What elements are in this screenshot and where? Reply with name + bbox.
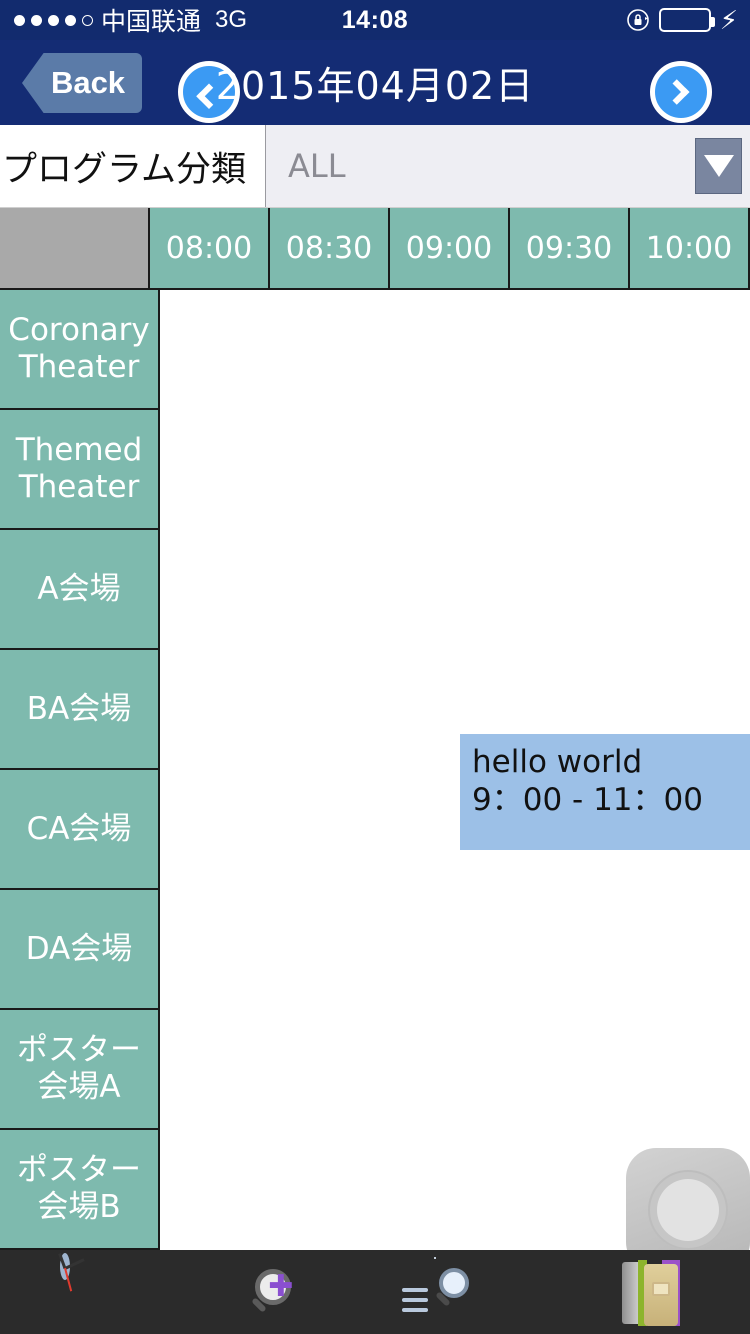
status-bar: 中国联通 3G 14:08 ⚡ <box>0 0 750 40</box>
app-root: 中国联通 3G 14:08 ⚡ Back 2015年04月02日 プログラム分類… <box>0 0 750 1334</box>
lightning-bolt-icon: ⚡ <box>719 5 738 35</box>
room-row-label[interactable]: Coronary Theater <box>0 290 160 410</box>
clock-icon <box>57 1252 128 1326</box>
time-slot-header: 10:00 <box>630 208 750 288</box>
search-plus-icon: ✚ <box>247 1258 315 1326</box>
room-row-label[interactable]: Themed Theater <box>0 410 160 530</box>
time-slot-header: 08:00 <box>150 208 270 288</box>
document-search-icon <box>401 1258 503 1326</box>
schedule-event[interactable]: hello world 9：00 - 11：00 <box>460 734 750 850</box>
room-row-label[interactable]: CA会場 <box>0 770 160 890</box>
folder-icon <box>622 1258 690 1326</box>
tab-bar: ✚ <box>0 1250 750 1334</box>
program-category-label: プログラム分類 <box>2 149 246 190</box>
room-row-label[interactable]: A会場 <box>0 530 160 650</box>
navigation-bar: Back 2015年04月02日 <box>0 40 750 125</box>
triangle-down-icon <box>703 155 734 177</box>
tab-search-plus[interactable]: ✚ <box>188 1250 376 1334</box>
room-row-label[interactable]: BA会場 <box>0 650 160 770</box>
time-header-row: 08:00 08:30 09:00 09:30 10:00 <box>0 208 750 288</box>
event-title: hello world <box>472 744 643 780</box>
rotation-lock-icon <box>626 8 650 32</box>
status-bar-right: ⚡ <box>626 0 738 40</box>
program-category-select[interactable]: ALL <box>265 125 750 207</box>
tab-folder[interactable] <box>563 1250 750 1334</box>
room-row-label[interactable]: DA会場 <box>0 890 160 1010</box>
room-row-label[interactable]: ポスター会場B <box>0 1130 160 1250</box>
page-title: 2015年04月02日 <box>215 64 535 108</box>
dropdown-button[interactable] <box>695 138 742 194</box>
chevron-right-icon <box>664 79 690 105</box>
event-time-range: 9：00 - 11：00 <box>472 781 703 818</box>
tab-document-search[interactable] <box>375 1250 563 1334</box>
room-column: Coronary Theater Themed Theater A会場 BA会場 CA会… <box>0 290 160 1250</box>
program-category-value: ALL <box>288 147 346 185</box>
time-slot-header: 09:30 <box>510 208 630 288</box>
schedule-canvas[interactable]: hello world 9：00 - 11：00 <box>162 290 750 1250</box>
filter-bar: プログラム分類 ALL <box>0 125 750 208</box>
time-slot-header: 08:30 <box>270 208 390 288</box>
room-row-label[interactable]: ポスター会場A <box>0 1010 160 1130</box>
time-slot-header: 09:00 <box>390 208 510 288</box>
tab-clock[interactable] <box>0 1250 188 1334</box>
schedule-grid[interactable]: 08:00 08:30 09:00 09:30 10:00 Coronary Theat… <box>0 208 750 1250</box>
next-day-button[interactable] <box>650 61 712 123</box>
battery-icon <box>658 8 715 32</box>
grid-corner-cell <box>0 208 150 288</box>
